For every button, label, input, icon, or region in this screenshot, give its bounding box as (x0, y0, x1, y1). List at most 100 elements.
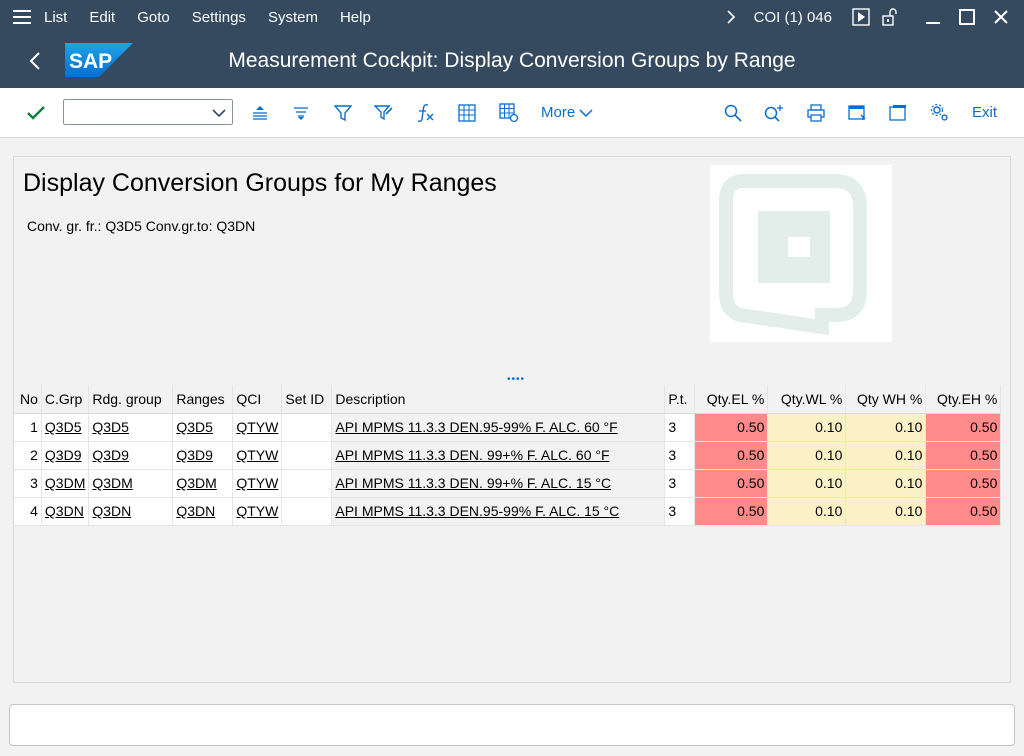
col-header-ranges[interactable]: Ranges (172, 385, 234, 414)
cell-pt: 3 (664, 413, 696, 442)
cell-pt: 3 (664, 441, 696, 470)
table-row[interactable]: 3 Q3DM Q3DM Q3DM QTYW API MPMS 11.3.3 DE… (14, 469, 1002, 498)
menu-list[interactable]: List (44, 9, 67, 26)
cell-cgrp[interactable]: Q3DM (41, 469, 90, 498)
cell-cgrp[interactable]: Q3DN (41, 497, 90, 526)
cell-qty-wl: 0.10 (767, 441, 847, 470)
more-label: More (541, 104, 576, 121)
cell-cgrp[interactable]: Q3D9 (41, 441, 90, 470)
conversion-groups-table: No C.Grp Rdg. group Ranges QCI Set ID De… (14, 385, 1002, 526)
cell-qty-eh: 0.50 (925, 469, 1002, 498)
hamburger-menu-icon[interactable] (0, 0, 44, 34)
function-icon[interactable] (413, 101, 437, 125)
maximize-icon[interactable] (950, 0, 984, 34)
sort-descending-icon[interactable] (289, 101, 313, 125)
cell-description[interactable]: API MPMS 11.3.3 DEN.95-99% F. ALC. 15 °C (331, 497, 666, 526)
report-content: Display Conversion Groups for My Ranges … (13, 156, 1011, 683)
col-header-qty-el[interactable]: Qty.EL % (694, 385, 769, 414)
col-header-qci[interactable]: QCI (232, 385, 283, 414)
cell-description[interactable]: API MPMS 11.3.3 DEN. 99+% F. ALC. 15 °C (331, 469, 666, 498)
menu-edit[interactable]: Edit (89, 9, 115, 26)
cell-ranges[interactable]: Q3D9 (172, 441, 234, 470)
filter-edit-icon[interactable] (372, 101, 396, 125)
cell-qci[interactable]: QTYW (232, 469, 283, 498)
cell-set-id (281, 469, 333, 498)
cell-ranges[interactable]: Q3DN (172, 497, 234, 526)
cell-qty-el: 0.50 (694, 497, 769, 526)
col-header-description[interactable]: Description (331, 385, 666, 414)
col-header-qty-wl[interactable]: Qty.WL % (767, 385, 847, 414)
chevron-down-icon[interactable] (212, 105, 226, 123)
menu-help[interactable]: Help (340, 9, 371, 26)
col-header-set-id[interactable]: Set ID (281, 385, 333, 414)
splitter-dots: •••• (507, 374, 526, 385)
cell-rdg-group[interactable]: Q3DN (88, 497, 174, 526)
print-icon[interactable] (804, 101, 828, 125)
exit-button[interactable]: Exit (972, 104, 997, 121)
play-icon[interactable] (846, 0, 876, 34)
settings-icon[interactable] (928, 101, 952, 125)
search-plus-icon[interactable] (762, 101, 786, 125)
col-header-rdg-group[interactable]: Rdg. group (88, 385, 174, 414)
cell-no: 3 (14, 469, 42, 498)
table-row[interactable]: 1 Q3D5 Q3D5 Q3D5 QTYW API MPMS 11.3.3 DE… (14, 413, 1002, 442)
cell-qci[interactable]: QTYW (232, 413, 283, 442)
cell-set-id (281, 497, 333, 526)
cell-cgrp[interactable]: Q3D5 (41, 413, 90, 442)
cell-description[interactable]: API MPMS 11.3.3 DEN. 99+% F. ALC. 60 °F (331, 441, 666, 470)
cell-description[interactable]: API MPMS 11.3.3 DEN.95-99% F. ALC. 60 °F (331, 413, 666, 442)
col-header-no[interactable]: No (14, 385, 42, 414)
window-icon[interactable] (886, 101, 910, 125)
search-icon[interactable] (721, 101, 745, 125)
menu-bar: List Edit Goto Settings System Help COI … (0, 0, 1024, 34)
cell-qty-eh: 0.50 (925, 497, 1002, 526)
cell-ranges[interactable]: Q3DM (172, 469, 234, 498)
table-settings-icon[interactable] (497, 101, 521, 125)
cell-no: 1 (14, 413, 42, 442)
splitter-handle[interactable]: •••• (14, 374, 1010, 385)
application-toolbar: More Exit (0, 88, 1024, 138)
cell-qty-el: 0.50 (694, 469, 769, 498)
menu-settings[interactable]: Settings (192, 9, 246, 26)
cell-qty-wl: 0.10 (767, 497, 847, 526)
command-field[interactable] (63, 99, 233, 125)
table-header-row: No C.Grp Rdg. group Ranges QCI Set ID De… (14, 385, 1002, 414)
unlock-icon[interactable] (876, 0, 906, 34)
cell-ranges[interactable]: Q3D5 (172, 413, 234, 442)
col-header-qty-wh[interactable]: Qty WH % (845, 385, 927, 414)
cell-qty-eh: 0.50 (925, 413, 1002, 442)
cell-rdg-group[interactable]: Q3DM (88, 469, 174, 498)
cell-rdg-group[interactable]: Q3D5 (88, 413, 174, 442)
cell-qty-wh: 0.10 (845, 469, 927, 498)
cell-no: 2 (14, 441, 42, 470)
chevron-right-icon[interactable] (716, 0, 746, 34)
close-icon[interactable] (984, 0, 1018, 34)
checkmark-icon[interactable] (24, 101, 48, 125)
new-window-icon[interactable] (845, 101, 869, 125)
cell-set-id (281, 413, 333, 442)
table-row[interactable]: 4 Q3DN Q3DN Q3DN QTYW API MPMS 11.3.3 DE… (14, 497, 1002, 526)
col-header-cgrp[interactable]: C.Grp (41, 385, 90, 414)
cell-qci[interactable]: QTYW (232, 441, 283, 470)
col-header-pt[interactable]: P.t. (664, 385, 696, 414)
cell-qty-wh: 0.10 (845, 413, 927, 442)
table-icon[interactable] (455, 101, 479, 125)
cell-qty-wl: 0.10 (767, 469, 847, 498)
col-header-qty-eh[interactable]: Qty.EH % (925, 385, 1002, 414)
cell-pt: 3 (664, 497, 696, 526)
cell-qty-eh: 0.50 (925, 441, 1002, 470)
status-bar[interactable] (9, 704, 1015, 746)
cell-qty-wh: 0.10 (845, 441, 927, 470)
cell-qci[interactable]: QTYW (232, 497, 283, 526)
cell-pt: 3 (664, 469, 696, 498)
system-info: COI (1) 046 (753, 8, 832, 26)
filter-icon[interactable] (331, 101, 355, 125)
cell-qty-el: 0.50 (694, 441, 769, 470)
table-row[interactable]: 2 Q3D9 Q3D9 Q3D9 QTYW API MPMS 11.3.3 DE… (14, 441, 1002, 470)
sort-ascending-icon[interactable] (248, 101, 272, 125)
minimize-icon[interactable] (916, 0, 950, 34)
more-button[interactable]: More (541, 104, 593, 121)
cell-rdg-group[interactable]: Q3D9 (88, 441, 174, 470)
menu-goto[interactable]: Goto (137, 9, 170, 26)
menu-system[interactable]: System (268, 9, 318, 26)
